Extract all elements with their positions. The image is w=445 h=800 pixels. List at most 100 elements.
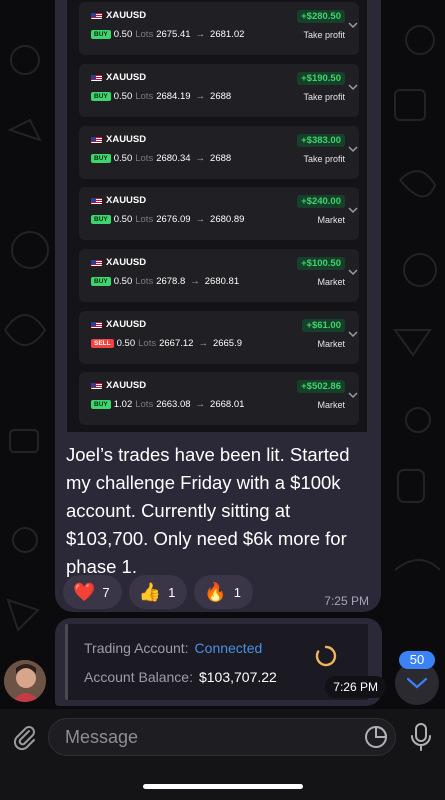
- message-time: 7:26 PM: [325, 676, 386, 698]
- symbol-text: XAUUSD: [106, 319, 147, 330]
- close-reason: Take profit: [303, 92, 345, 102]
- us-flag-icon: [91, 321, 102, 328]
- arrow-right-icon: →: [195, 214, 206, 225]
- avatar[interactable]: [4, 660, 46, 702]
- us-flag-icon: [91, 197, 102, 204]
- side-badge: SELL: [91, 339, 114, 348]
- message-text: Joel’s trades have been lit. Started my …: [66, 444, 350, 577]
- side-badge: BUY: [91, 215, 111, 224]
- reaction-count: 1: [233, 584, 241, 600]
- trading-account-line: Trading Account: Connected: [84, 640, 262, 656]
- entry-price: 2667.12: [159, 338, 194, 349]
- profit-badge: +$240.00: [297, 195, 345, 208]
- exit-price: 2680.89: [210, 214, 245, 225]
- profit-badge: +$383.00: [297, 134, 345, 147]
- reaction-heart[interactable]: ❤️ 7: [63, 575, 122, 609]
- symbol-text: XAUUSD: [106, 257, 147, 268]
- us-flag-icon: [91, 12, 102, 19]
- account-balance-value: $103,707.22: [198, 669, 277, 685]
- trade-row[interactable]: XAUUSD BUY 0.50 Lots 2678.8 → 2680.81 +$100.50 M…: [79, 249, 359, 302]
- symbol-text: XAUUSD: [106, 10, 147, 21]
- reaction-thumbs-up[interactable]: 👍 1: [128, 575, 188, 609]
- side-badge: BUY: [91, 30, 111, 39]
- exit-price: 2668.01: [210, 399, 245, 410]
- chevron-down-icon: [406, 677, 428, 689]
- message-input[interactable]: [48, 718, 396, 756]
- arrow-right-icon: →: [195, 91, 206, 102]
- close-reason: Market: [317, 277, 345, 287]
- trade-row[interactable]: XAUUSD SELL 0.50 Lots 2667.12 → 2665.9 +$61.00 M…: [79, 311, 359, 364]
- message-bubble-account[interactable]: Trading Account: Connected Account Balanc…: [55, 618, 386, 706]
- profit-badge: +$280.50: [297, 10, 345, 23]
- mic-icon[interactable]: [410, 722, 432, 752]
- arrow-right-icon: →: [195, 153, 206, 164]
- trade-row[interactable]: XAUUSD BUY 0.50 Lots 2684.19 → 2688 +$190.50 Tak…: [79, 64, 359, 117]
- trade-row[interactable]: XAUUSD BUY 0.50 Lots 2675.41 → 2681.02 +$280.50…: [79, 2, 359, 55]
- close-reason: Market: [317, 215, 345, 225]
- trades-screenshot[interactable]: XAUUSD BUY 0.50 Lots 2675.41 → 2681.02 +$280.50…: [67, 0, 367, 432]
- us-flag-icon: [91, 382, 102, 389]
- arrow-right-icon: →: [195, 399, 206, 410]
- thumbs-up-icon: 👍: [138, 582, 162, 602]
- chevron-down-icon[interactable]: [347, 82, 361, 96]
- trade-details: BUY 0.50 Lots 2675.41 → 2681.02: [91, 29, 244, 40]
- trade-symbol: XAUUSD: [91, 195, 146, 206]
- close-reason: Market: [317, 400, 345, 410]
- lots-value: 0.50: [113, 91, 133, 102]
- trade-symbol: XAUUSD: [91, 380, 146, 391]
- connection-status: Connected: [194, 640, 263, 656]
- chevron-down-icon[interactable]: [347, 267, 361, 281]
- arrow-right-icon: →: [198, 338, 208, 349]
- lots-value: 0.50: [113, 214, 133, 225]
- exit-price: 2680.81: [204, 276, 240, 287]
- lots-label: Lots: [135, 91, 154, 102]
- heart-icon: ❤️: [73, 582, 96, 602]
- symbol-text: XAUUSD: [106, 380, 147, 391]
- reactions-row: ❤️ 7 👍 1 🔥 1: [63, 575, 253, 609]
- entry-price: 2676.09: [156, 214, 191, 225]
- close-reason: Take profit: [303, 154, 345, 164]
- close-reason: Market: [317, 339, 345, 349]
- chevron-down-icon[interactable]: [347, 205, 361, 219]
- trade-row[interactable]: XAUUSD BUY 0.50 Lots 2680.34 → 2688 +$383.00 Tak…: [79, 126, 359, 179]
- chevron-down-icon[interactable]: [347, 144, 361, 158]
- profit-badge: +$190.50: [297, 72, 345, 85]
- lots-value: 0.50: [116, 338, 136, 349]
- side-badge: BUY: [91, 154, 111, 163]
- trade-symbol: XAUUSD: [91, 72, 146, 83]
- trade-details: BUY 0.50 Lots 2684.19 → 2688: [91, 91, 231, 102]
- reaction-fire[interactable]: 🔥 1: [194, 575, 253, 609]
- sticker-icon[interactable]: [364, 725, 388, 749]
- symbol-text: XAUUSD: [106, 134, 147, 145]
- message-bubble-screenshot[interactable]: XAUUSD BUY 0.50 Lots 2675.41 → 2681.02 +$280.50…: [55, 0, 381, 612]
- close-reason: Take profit: [303, 30, 345, 40]
- trade-row[interactable]: XAUUSD BUY 0.50 Lots 2676.09 → 2680.89 +$240.00…: [79, 187, 359, 240]
- exit-price: 2665.9: [212, 338, 242, 349]
- profit-badge: +$502.86: [297, 380, 345, 393]
- side-badge: BUY: [91, 400, 111, 409]
- lots-label: Lots: [135, 29, 154, 40]
- message-time: 7:25 PM: [324, 594, 369, 608]
- trade-details: BUY 0.50 Lots 2676.09 → 2680.89: [91, 214, 244, 225]
- account-balance-label: Account Balance:: [84, 669, 193, 685]
- entry-price: 2663.08: [156, 399, 191, 410]
- entry-price: 2684.19: [156, 91, 191, 102]
- lots-label: Lots: [135, 153, 154, 164]
- trade-symbol: XAUUSD: [91, 134, 146, 145]
- account-status-quote: Trading Account: Connected Account Balanc…: [65, 624, 368, 700]
- exit-price: 2688: [210, 153, 232, 164]
- trade-row[interactable]: XAUUSD BUY 1.02 Lots 2663.08 → 2668.01 +$502.86…: [79, 372, 359, 425]
- arrow-right-icon: →: [195, 29, 206, 40]
- chevron-down-icon[interactable]: [347, 329, 361, 343]
- entry-price: 2678.8: [156, 276, 186, 287]
- unread-count-badge: 50: [399, 651, 435, 669]
- chevron-down-icon[interactable]: [347, 390, 361, 404]
- symbol-text: XAUUSD: [106, 72, 147, 83]
- lots-value: 0.50: [113, 29, 133, 40]
- reaction-count: 7: [102, 584, 110, 600]
- chevron-down-icon[interactable]: [347, 20, 361, 34]
- trade-details: BUY 0.50 Lots 2678.8 → 2680.81: [91, 276, 239, 287]
- lots-label: Lots: [138, 338, 157, 349]
- lots-label: Lots: [135, 276, 154, 287]
- attach-icon[interactable]: [10, 723, 38, 751]
